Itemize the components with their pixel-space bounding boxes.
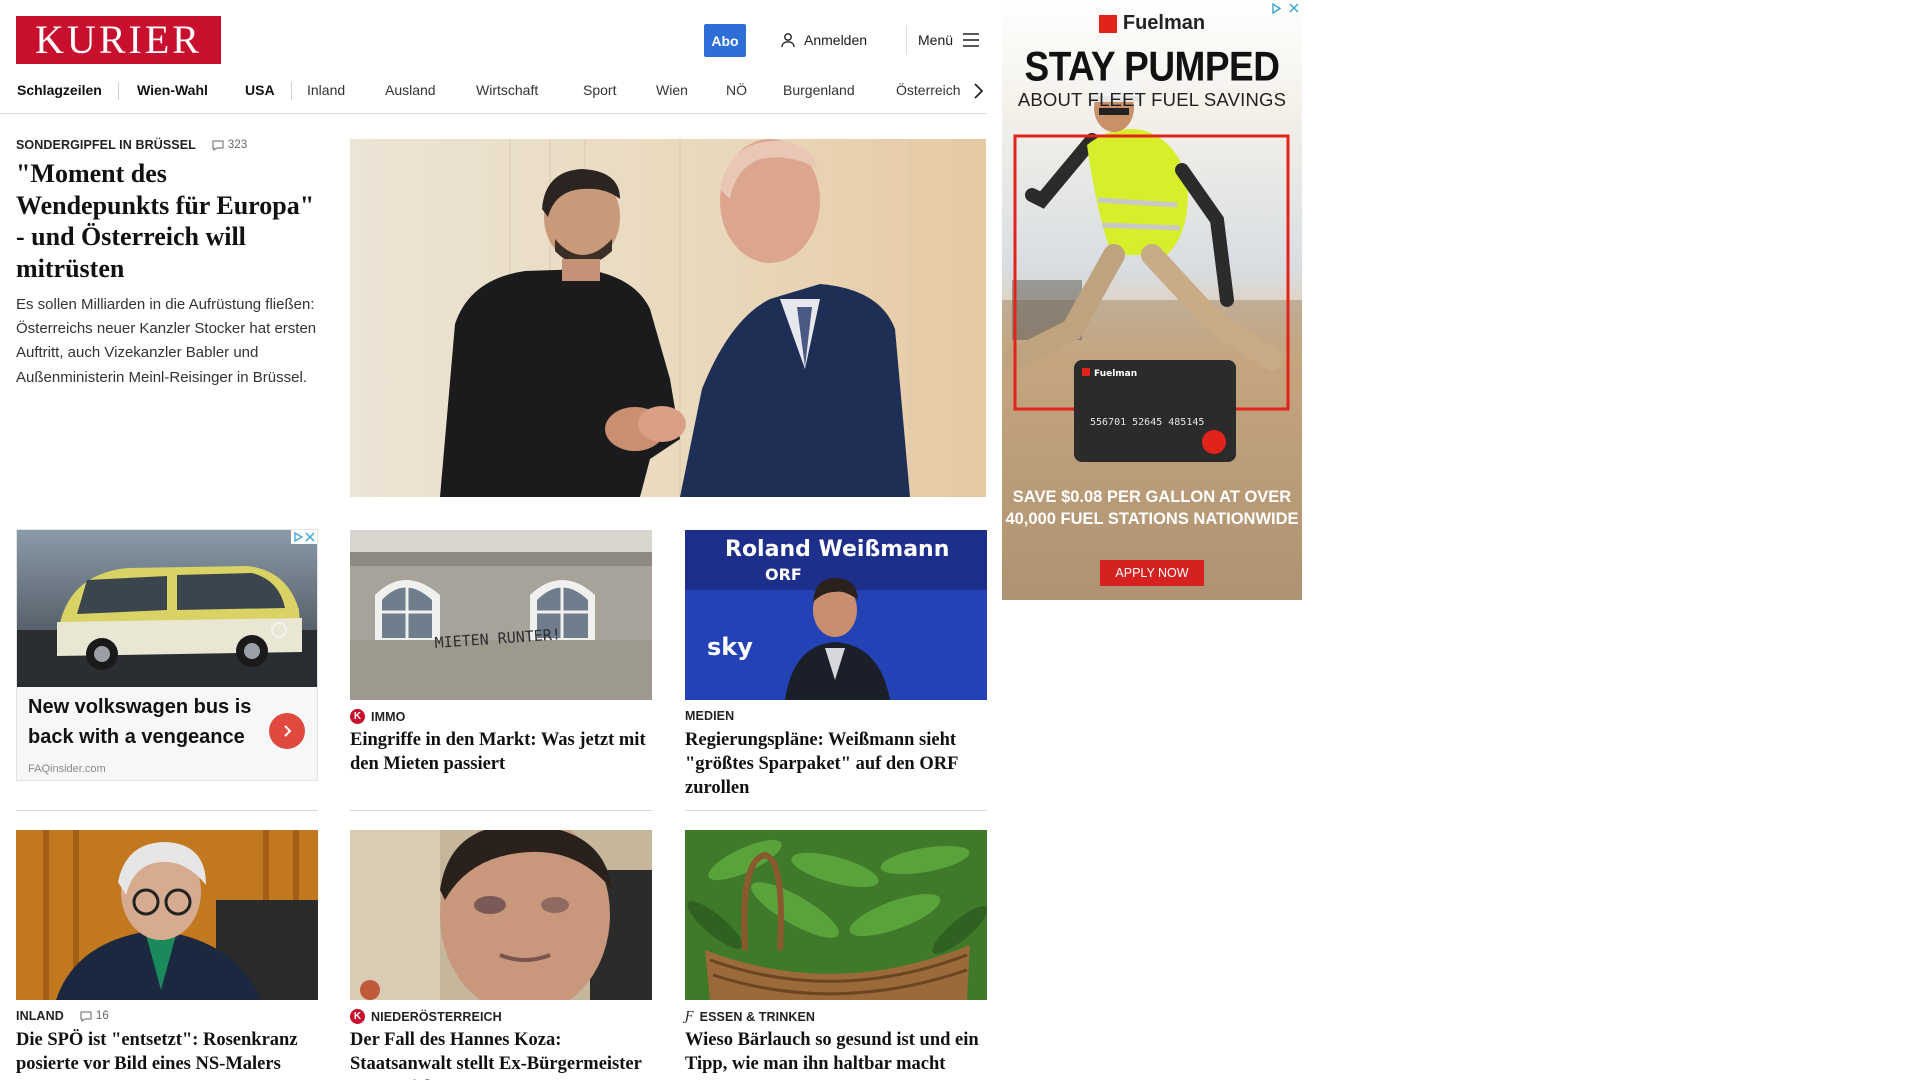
fuelman-ad[interactable]: Fuelman 556701 52645 485145 Fuelman STAY…: [1002, 0, 1302, 600]
nav-item-schlagzeilen[interactable]: Schlagzeilen: [17, 82, 102, 98]
fork-icon: ƒ: [685, 1009, 694, 1024]
ad-brand: Fuelman: [1002, 12, 1302, 35]
login-button[interactable]: Anmelden: [780, 28, 867, 52]
medien-kicker-label: MEDIEN: [685, 709, 735, 723]
close-icon[interactable]: [305, 532, 315, 542]
nav-divider: [291, 82, 292, 100]
inland-kicker: INLAND 16: [16, 1009, 109, 1023]
nav-item-inland[interactable]: Inland: [307, 82, 345, 98]
immo-kicker: K IMMO: [350, 709, 405, 724]
card-brand: Fuelman: [1094, 369, 1137, 379]
nav-item-wien[interactable]: Wien: [656, 82, 688, 98]
card-divider: [16, 810, 318, 811]
noe-kicker-label: NIEDERÖSTERREICH: [371, 1009, 502, 1024]
lead-teaser: Es sollen Milliarden in die Aufrüstung f…: [16, 296, 317, 386]
sponsored-card[interactable]: New volkswagen bus is back with a vengea…: [16, 529, 318, 781]
lead-headline[interactable]: "Moment des Wendepunkts für Europa" - un…: [16, 158, 324, 284]
ad-subline: ABOUT FLEET FUEL SAVINGS: [1017, 89, 1287, 110]
menu-button[interactable]: Menü: [918, 28, 980, 52]
vw-bus-photo: [17, 530, 317, 687]
card-number: 556701 52645 485145: [1090, 417, 1204, 428]
card-divider: [350, 810, 652, 811]
photo-text-orf: ORF: [765, 565, 802, 584]
essen-kicker: ƒ ESSEN & TRINKEN: [685, 1009, 815, 1025]
abo-button[interactable]: Abo: [704, 24, 746, 57]
noe-photo[interactable]: [350, 830, 652, 1000]
essen-headline[interactable]: Wieso Bärlauch so gesund ist und ein Tip…: [685, 1028, 989, 1076]
kurier-k-badge: K: [350, 709, 365, 724]
rosenkranz-photo: [16, 830, 318, 1000]
inland-comment-count[interactable]: 16: [80, 1010, 109, 1022]
nav-item-sport[interactable]: Sport: [583, 82, 616, 98]
lead-comments-value: 323: [227, 139, 248, 151]
comment-icon: [212, 140, 224, 151]
close-icon[interactable]: [1289, 3, 1299, 13]
ad-offer: SAVE $0.08 PER GALLON AT OVER 40,000 FUE…: [1005, 488, 1299, 528]
photo-text-sky: sky: [707, 633, 753, 661]
sponsored-source: FAQinsider.com: [28, 763, 106, 775]
lead-kicker-label: SONDERGIPFEL IN BRÜSSEL: [16, 138, 196, 152]
medien-headline[interactable]: Regierungspläne: Weißmann sieht "größtes…: [685, 728, 989, 800]
nav-item-oesterreich[interactable]: Österreich: [896, 82, 961, 98]
user-icon: [781, 33, 795, 48]
immo-photo[interactable]: MIETEN RUNTER!: [350, 530, 652, 700]
nav-item-usa[interactable]: USA: [245, 82, 275, 98]
sponsored-photo: [17, 530, 317, 687]
adchoices-badge[interactable]: [291, 530, 317, 544]
photo-text-name: Roland Weißmann: [725, 537, 949, 562]
menu-label: Menü: [918, 32, 954, 48]
nav-item-ausland[interactable]: Ausland: [385, 82, 436, 98]
baerlauch-photo: [685, 830, 987, 1000]
sponsored-headline: New volkswagen bus is back with a vengea…: [28, 696, 252, 748]
comment-icon: [80, 1011, 92, 1022]
apply-now-button[interactable]: APPLY NOW: [1100, 560, 1204, 586]
nav-divider: [118, 82, 119, 100]
login-label: Anmelden: [804, 32, 868, 48]
immo-kicker-label: IMMO: [371, 709, 406, 724]
koza-photo: [350, 830, 652, 1000]
essen-kicker-label: ESSEN & TRINKEN: [699, 1010, 816, 1024]
lead-kicker: SONDERGIPFEL IN BRÜSSEL 323: [16, 138, 247, 152]
ad-brand-name: Fuelman: [1122, 12, 1206, 34]
nav-item-burgenland[interactable]: Burgenland: [783, 82, 855, 98]
fuelman-logo-icon: [1098, 14, 1117, 33]
header-divider: [906, 26, 907, 54]
building-photo: MIETEN RUNTER!: [350, 530, 652, 700]
logo-text: KURIER: [35, 17, 202, 62]
ad-choices-badge[interactable]: [1268, 0, 1302, 16]
lead-comment-count[interactable]: 323: [212, 139, 248, 151]
chevron-right-icon: [284, 725, 292, 737]
inland-comments-value: 16: [95, 1010, 109, 1022]
hamburger-icon: [963, 33, 980, 47]
handshake-photo: [350, 139, 986, 497]
medien-kicker: MEDIEN: [685, 709, 734, 723]
chevron-right-icon[interactable]: [970, 80, 986, 102]
sponsored-arrow-button[interactable]: [269, 713, 305, 749]
immo-headline[interactable]: Eingriffe in den Markt: Was jetzt mit de…: [350, 728, 654, 776]
lead-photo[interactable]: [350, 139, 986, 497]
orf-stage-photo: Roland Weißmann ORF sky: [685, 530, 987, 700]
noe-headline[interactable]: Der Fall des Hannes Koza: Staatsanwalt s…: [350, 1028, 654, 1080]
nav-item-noe[interactable]: NÖ: [726, 82, 747, 98]
category-nav: Schlagzeilen Wien-Wahl USA Inland Auslan…: [0, 74, 986, 114]
inland-kicker-label: INLAND: [16, 1009, 64, 1023]
ad-headline: STAY PUMPED: [1024, 43, 1280, 90]
inland-photo[interactable]: [16, 830, 318, 1000]
nav-item-wirtschaft[interactable]: Wirtschaft: [476, 82, 538, 98]
adchoices-icon: [294, 532, 303, 542]
inland-headline[interactable]: Die SPÖ ist "entsetzt": Rosenkranz posie…: [16, 1028, 320, 1076]
noe-kicker: K NIEDERÖSTERREICH: [350, 1009, 502, 1024]
essen-photo[interactable]: [685, 830, 987, 1000]
kurier-logo[interactable]: KURIER: [16, 16, 221, 64]
nav-item-wien-wahl[interactable]: Wien-Wahl: [137, 82, 208, 98]
kurier-k-badge: K: [350, 1009, 365, 1024]
adchoices-icon: [1272, 2, 1282, 14]
card-divider: [685, 810, 987, 811]
medien-photo[interactable]: Roland Weißmann ORF sky: [685, 530, 987, 700]
